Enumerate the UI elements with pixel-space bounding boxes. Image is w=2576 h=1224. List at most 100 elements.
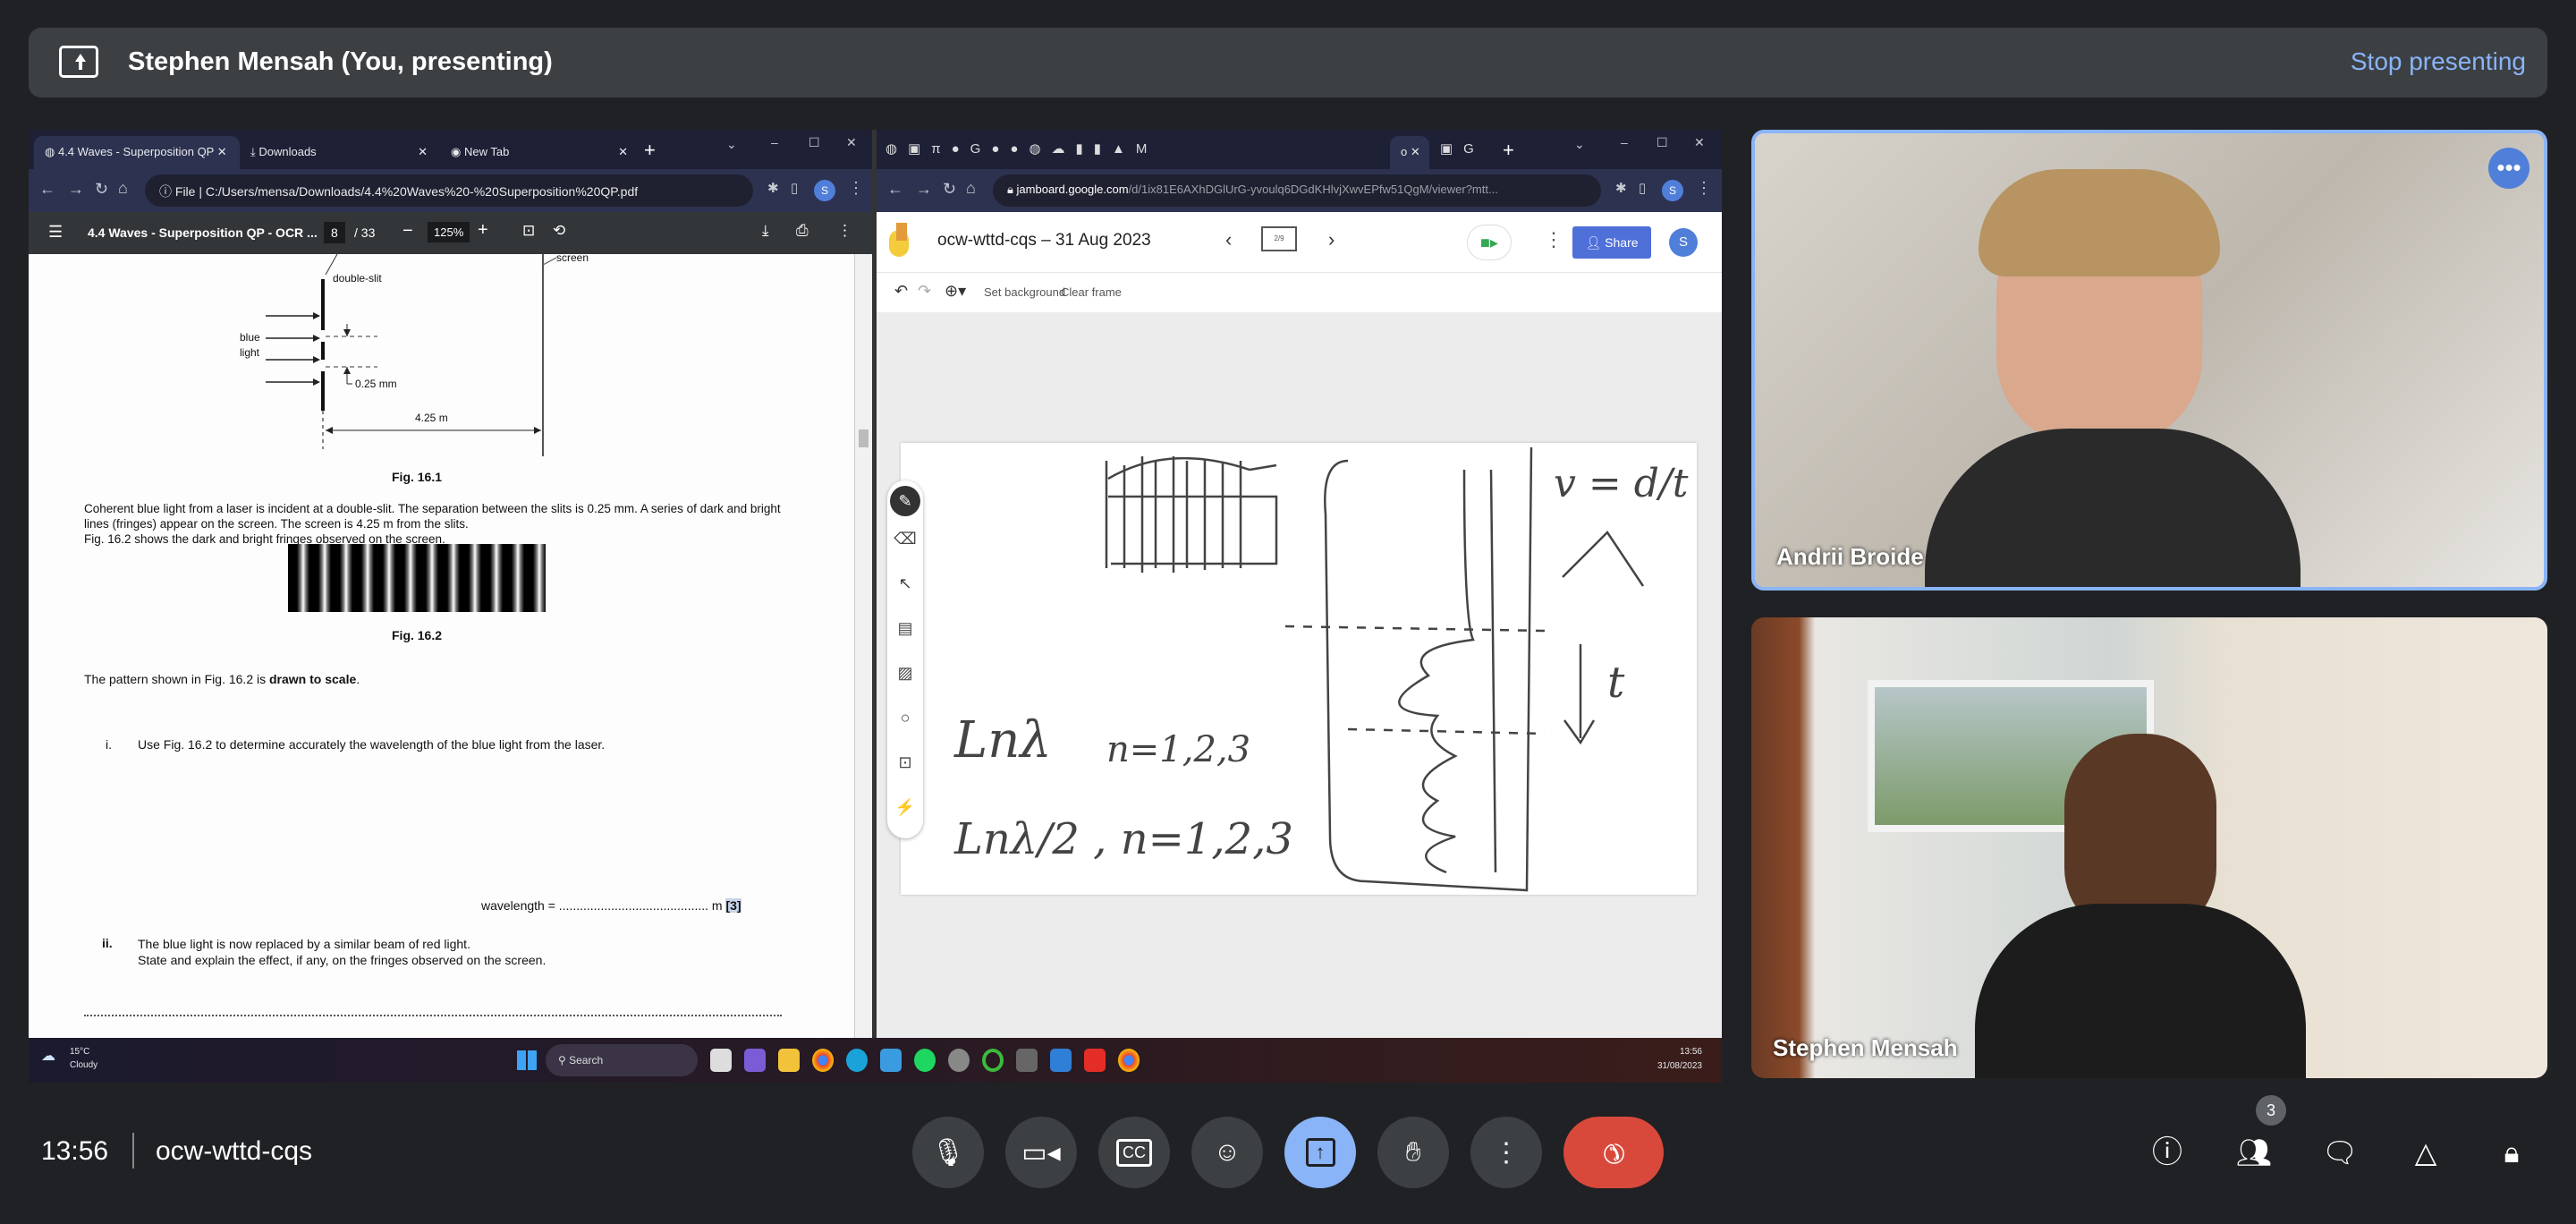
sidepanel-icon[interactable]: ▯ (1639, 180, 1646, 196)
minimize-button[interactable]: – (1621, 135, 1628, 149)
mail-icon[interactable] (880, 1049, 902, 1072)
maximize-button[interactable]: ☐ (809, 135, 820, 150)
sticky-note-icon[interactable]: ▤ (887, 606, 923, 650)
people-button[interactable]: 👥︎ (2234, 1133, 2274, 1172)
participant-tile-andrii[interactable]: ••• Andrii Broide (1751, 130, 2547, 591)
close-window-button[interactable]: ✕ (1694, 135, 1705, 150)
profile-avatar[interactable]: S (814, 180, 835, 201)
leave-call-button[interactable]: ✆ (1563, 1117, 1664, 1188)
tile-more-options-button[interactable]: ••• (2488, 148, 2529, 189)
download-icon[interactable]: ⤓ (762, 222, 769, 240)
back-icon[interactable]: ← (887, 180, 903, 199)
forward-icon[interactable]: → (916, 180, 932, 199)
close-window-button[interactable]: ✕ (846, 135, 857, 150)
teams-icon[interactable] (744, 1049, 766, 1072)
spotify-icon[interactable] (914, 1049, 936, 1072)
reload-icon[interactable]: ↻ (95, 180, 108, 199)
camera-button[interactable]: ▭◂ (1005, 1117, 1077, 1188)
settings-icon[interactable] (948, 1049, 970, 1072)
meeting-details-button[interactable]: ⓘ (2148, 1133, 2187, 1172)
edge-icon[interactable] (846, 1049, 868, 1072)
reload-icon[interactable]: ↻ (943, 180, 956, 199)
more-options-button[interactable]: ⋮ (1470, 1117, 1542, 1188)
print-icon[interactable]: ⎙ (796, 222, 809, 240)
jam-more-icon[interactable]: ⋮ (1544, 228, 1563, 251)
raise-hand-button[interactable]: ✋︎ (1377, 1117, 1449, 1188)
share-button[interactable]: 👤︎ Share (1572, 226, 1651, 259)
weather-widget[interactable]: 15°C Cloudy (70, 1045, 97, 1072)
sidepanel-icon[interactable]: ▯ (791, 180, 798, 196)
chrome-active-icon[interactable] (1118, 1049, 1140, 1072)
task-view-icon[interactable] (710, 1049, 732, 1072)
page-number-input[interactable]: 8 (324, 222, 345, 243)
stop-presenting-button[interactable]: Stop presenting (2351, 47, 2526, 76)
menu-icon[interactable]: ⋮ (848, 179, 864, 198)
select-icon[interactable]: ↖ (887, 561, 923, 606)
menu-icon[interactable]: ⋮ (1696, 179, 1712, 198)
zoom-icon[interactable]: ⊕▾ (945, 282, 966, 301)
participant-tile-stephen[interactable]: Stephen Mensah (1751, 617, 2547, 1078)
file-explorer-icon[interactable] (778, 1049, 800, 1072)
clear-frame-button[interactable]: Clear frame (1061, 285, 1122, 299)
account-avatar[interactable]: S (1669, 228, 1698, 257)
app-icon[interactable] (1016, 1049, 1038, 1072)
xbox-icon[interactable] (982, 1049, 1004, 1072)
captions-button[interactable]: CC (1098, 1117, 1170, 1188)
url-input[interactable]: 🔒︎ jamboard.google.com/d/1ix81E6AXhDGlUr… (993, 174, 1601, 207)
rotate-icon[interactable]: ⟲ (553, 222, 565, 240)
new-tab-button[interactable]: + (644, 139, 656, 162)
tab-search-button[interactable]: ⌄ (1574, 137, 1585, 152)
forward-icon[interactable]: → (68, 180, 84, 199)
tab-pdf[interactable]: ◍ 4.4 Waves - Superposition QP ✕ (34, 136, 240, 169)
profile-avatar[interactable]: S (1662, 180, 1683, 201)
set-background-button[interactable]: Set background (984, 285, 1065, 299)
jam-canvas[interactable]: Lnλ n=1,2,3 Lnλ/2 , n=1,2,3 v = d/t t (901, 443, 1697, 895)
tab-jamboard-active[interactable]: o ✕ (1390, 136, 1429, 169)
reactions-button[interactable]: ☺ (1191, 1117, 1263, 1188)
new-tab-button[interactable]: + (1503, 139, 1514, 162)
eraser-icon[interactable]: ⌫ (887, 516, 923, 561)
laser-icon[interactable]: ⚡ (887, 785, 923, 829)
image-icon[interactable]: ▨ (887, 650, 923, 695)
home-icon[interactable]: ⌂ (118, 179, 128, 198)
start-icon[interactable] (517, 1050, 537, 1070)
hamburger-icon[interactable]: ☰ (48, 223, 63, 242)
youtube-icon[interactable] (1084, 1049, 1106, 1072)
next-frame-button[interactable]: › (1328, 228, 1335, 251)
tab-new-tab[interactable]: ◉ New Tab ✕ (440, 136, 637, 169)
pen-icon[interactable]: ✎ (890, 486, 920, 516)
vscode-icon[interactable] (1050, 1049, 1072, 1072)
chat-button[interactable]: 🗨︎ (2320, 1133, 2360, 1172)
back-icon[interactable]: ← (39, 180, 55, 199)
system-clock[interactable]: 13:56 31/08/2023 (1657, 1045, 1702, 1074)
pinned-tab-favicons[interactable]: ◍▣π●G●●◍☁▮▮▲M (886, 140, 1157, 157)
home-icon[interactable]: ⌂ (966, 179, 976, 198)
pdf-scrollbar[interactable] (854, 254, 872, 1038)
taskbar-search[interactable]: ⚲ Search (546, 1044, 698, 1076)
text-box-icon[interactable]: ⊡ (887, 740, 923, 785)
microphone-button[interactable]: 🎙︎ (912, 1117, 984, 1188)
prev-frame-button[interactable]: ‹ (1225, 228, 1232, 251)
zoom-out-button[interactable]: − (402, 221, 413, 242)
extensions-icon[interactable]: ✱ (767, 180, 779, 196)
chrome-icon[interactable] (812, 1049, 834, 1072)
jam-title[interactable]: ocw-wttd-cqs – 31 Aug 2023 (937, 231, 1151, 251)
circle-icon[interactable]: ○ (887, 695, 923, 740)
redo-icon[interactable]: ↷ (918, 282, 931, 301)
tab-search-button[interactable]: ⌄ (726, 137, 737, 152)
minimize-button[interactable]: – (771, 135, 778, 149)
meet-icon[interactable]: ■▸ (1467, 225, 1512, 260)
extensions-icon[interactable]: ✱ (1615, 180, 1627, 196)
host-controls-button[interactable]: 🔒︎ (2492, 1133, 2531, 1172)
undo-icon[interactable]: ↶ (894, 282, 908, 301)
zoom-in-button[interactable]: + (478, 220, 488, 241)
tab-downloads[interactable]: ⤓ Downloads ✕ (240, 136, 436, 169)
maximize-button[interactable]: ☐ (1657, 135, 1668, 150)
more-icon[interactable]: ⋮ (837, 222, 852, 240)
fit-page-icon[interactable]: ⊡ (522, 222, 535, 240)
tab-favicons-more[interactable]: ▣G (1440, 140, 1485, 157)
url-input[interactable]: ⓘ File | C:/Users/mensa/Downloads/4.4%20… (145, 174, 753, 207)
present-button[interactable]: ↑ (1284, 1117, 1356, 1188)
activities-button[interactable]: △ (2406, 1133, 2445, 1172)
zoom-input[interactable]: 125% (428, 222, 470, 242)
